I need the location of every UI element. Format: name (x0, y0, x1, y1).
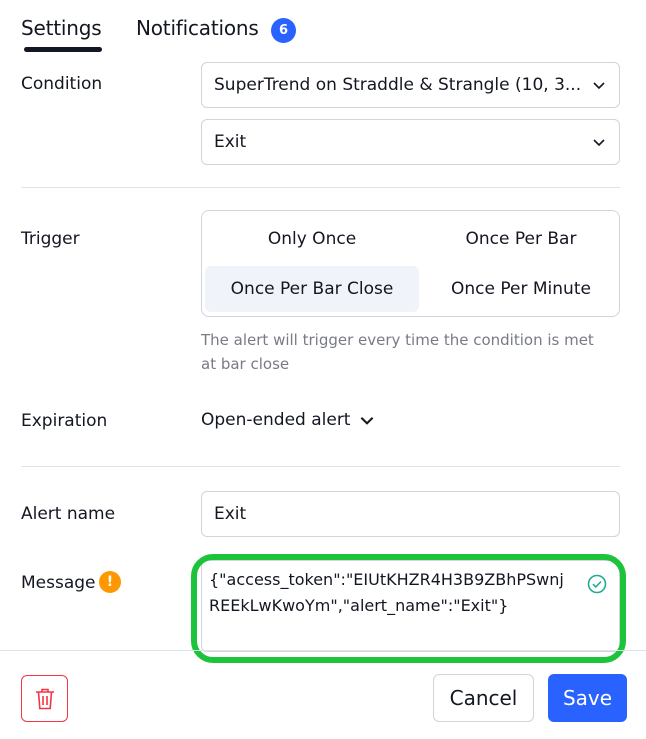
alert-name-input[interactable]: Exit (201, 491, 620, 537)
expiration-label: Expiration (21, 411, 108, 431)
message-highlight-outline (191, 554, 626, 663)
active-tab-indicator (24, 47, 102, 52)
section-divider (21, 187, 620, 188)
trigger-option-once-per-bar-close[interactable]: Once Per Bar Close (205, 266, 419, 312)
trigger-hint: The alert will trigger every time the co… (201, 331, 594, 373)
alert-name-label: Alert name (21, 504, 116, 524)
save-button[interactable]: Save (548, 674, 627, 722)
section-divider (21, 466, 620, 467)
tab-bar: Settings Notifications 6 (0, 0, 646, 58)
chevron-down-icon (593, 139, 605, 147)
condition-select-value: SuperTrend on Straddle & Strangle (10, 3… (214, 75, 582, 95)
trigger-option-only-once[interactable]: Only Once (205, 216, 419, 262)
notifications-count-badge: 6 (271, 18, 296, 43)
trash-icon (35, 688, 54, 709)
tab-settings[interactable]: Settings (21, 16, 102, 40)
expiration-value: Open-ended alert (201, 410, 351, 430)
condition-action-value: Exit (214, 132, 247, 152)
delete-alert-button[interactable] (21, 675, 68, 722)
cancel-button[interactable]: Cancel (433, 674, 534, 722)
trigger-label: Trigger (21, 229, 80, 249)
chevron-down-icon (361, 417, 374, 425)
expiration-dropdown[interactable]: Open-ended alert (201, 410, 376, 430)
trigger-option-once-per-bar[interactable]: Once Per Bar (414, 216, 628, 262)
tab-notifications[interactable]: Notifications (136, 16, 259, 40)
tab-bar-rule (24, 49, 627, 54)
warning-icon[interactable]: ! (99, 571, 121, 593)
trigger-option-once-per-minute[interactable]: Once Per Minute (414, 266, 628, 312)
message-label: Message (21, 573, 96, 593)
chevron-down-icon (593, 82, 605, 90)
trigger-options: Only Once Once Per Bar Once Per Bar Clos… (201, 210, 620, 317)
condition-label: Condition (21, 74, 103, 94)
condition-action-select[interactable]: Exit (201, 119, 620, 165)
footer-divider (0, 650, 646, 651)
condition-select[interactable]: SuperTrend on Straddle & Strangle (10, 3… (201, 62, 620, 108)
